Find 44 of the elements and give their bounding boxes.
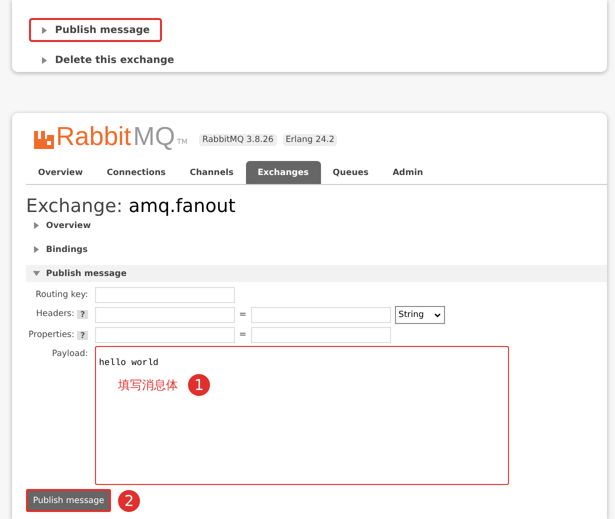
nav-tab[interactable]: Channels — [178, 161, 246, 184]
field-label: Properties: — [28, 330, 74, 340]
nav-tab[interactable]: Queues — [320, 161, 381, 184]
caret-right-icon — [33, 246, 40, 253]
step-number: 2 — [118, 490, 140, 512]
page-title: Exchange: — [26, 196, 123, 217]
nav-tab[interactable]: Admin — [380, 161, 436, 184]
field-label: Headers: — [36, 309, 74, 319]
section-header[interactable]: Publish message — [29, 18, 162, 42]
exchange-name: amq.fanout — [128, 196, 236, 217]
logo-icon — [34, 129, 54, 149]
payload-field[interactable]: hello world 填写消息体 1 — [95, 346, 509, 485]
equals-sign: = — [239, 330, 247, 340]
payload-text: hello world — [99, 358, 158, 368]
logo-text: Rabbit — [56, 123, 132, 149]
chevron-down-icon — [434, 312, 441, 318]
section-header[interactable]: Delete this exchange — [29, 48, 186, 72]
logo-text: MQ — [133, 123, 176, 149]
type-select[interactable]: String — [394, 306, 445, 324]
step-number: 1 — [188, 374, 210, 396]
caret-right-icon — [41, 26, 48, 34]
property-value-field[interactable] — [250, 327, 391, 343]
nav-tab[interactable]: Exchanges — [246, 161, 321, 184]
publish-button[interactable]: Publish message — [26, 489, 112, 512]
version-badge: Erlang 24.2 — [282, 134, 338, 146]
caret-right-icon — [41, 56, 48, 64]
routing-key-field[interactable] — [95, 287, 235, 303]
help-button[interactable]: ? — [77, 310, 88, 318]
field-label: Payload: — [52, 349, 88, 359]
caret-down-icon — [33, 270, 40, 277]
version-badge: RabbitMQ 3.8.26 — [199, 134, 277, 146]
header-key-field[interactable] — [95, 307, 235, 323]
help-button[interactable]: ? — [77, 330, 88, 340]
section-header[interactable]: Publish message — [26, 265, 607, 282]
annotation-text: 填写消息体 — [118, 376, 178, 394]
property-key-field[interactable] — [95, 327, 235, 343]
equals-sign: = — [239, 310, 247, 320]
section-header[interactable]: Overview — [26, 217, 607, 234]
header-value-field[interactable] — [250, 307, 391, 323]
field-label: Routing key: — [36, 290, 88, 300]
section-header[interactable]: Bindings — [26, 241, 607, 258]
nav-tab[interactable]: Overview — [26, 161, 95, 184]
caret-right-icon — [33, 222, 40, 229]
nav-tab[interactable]: Connections — [94, 161, 178, 184]
